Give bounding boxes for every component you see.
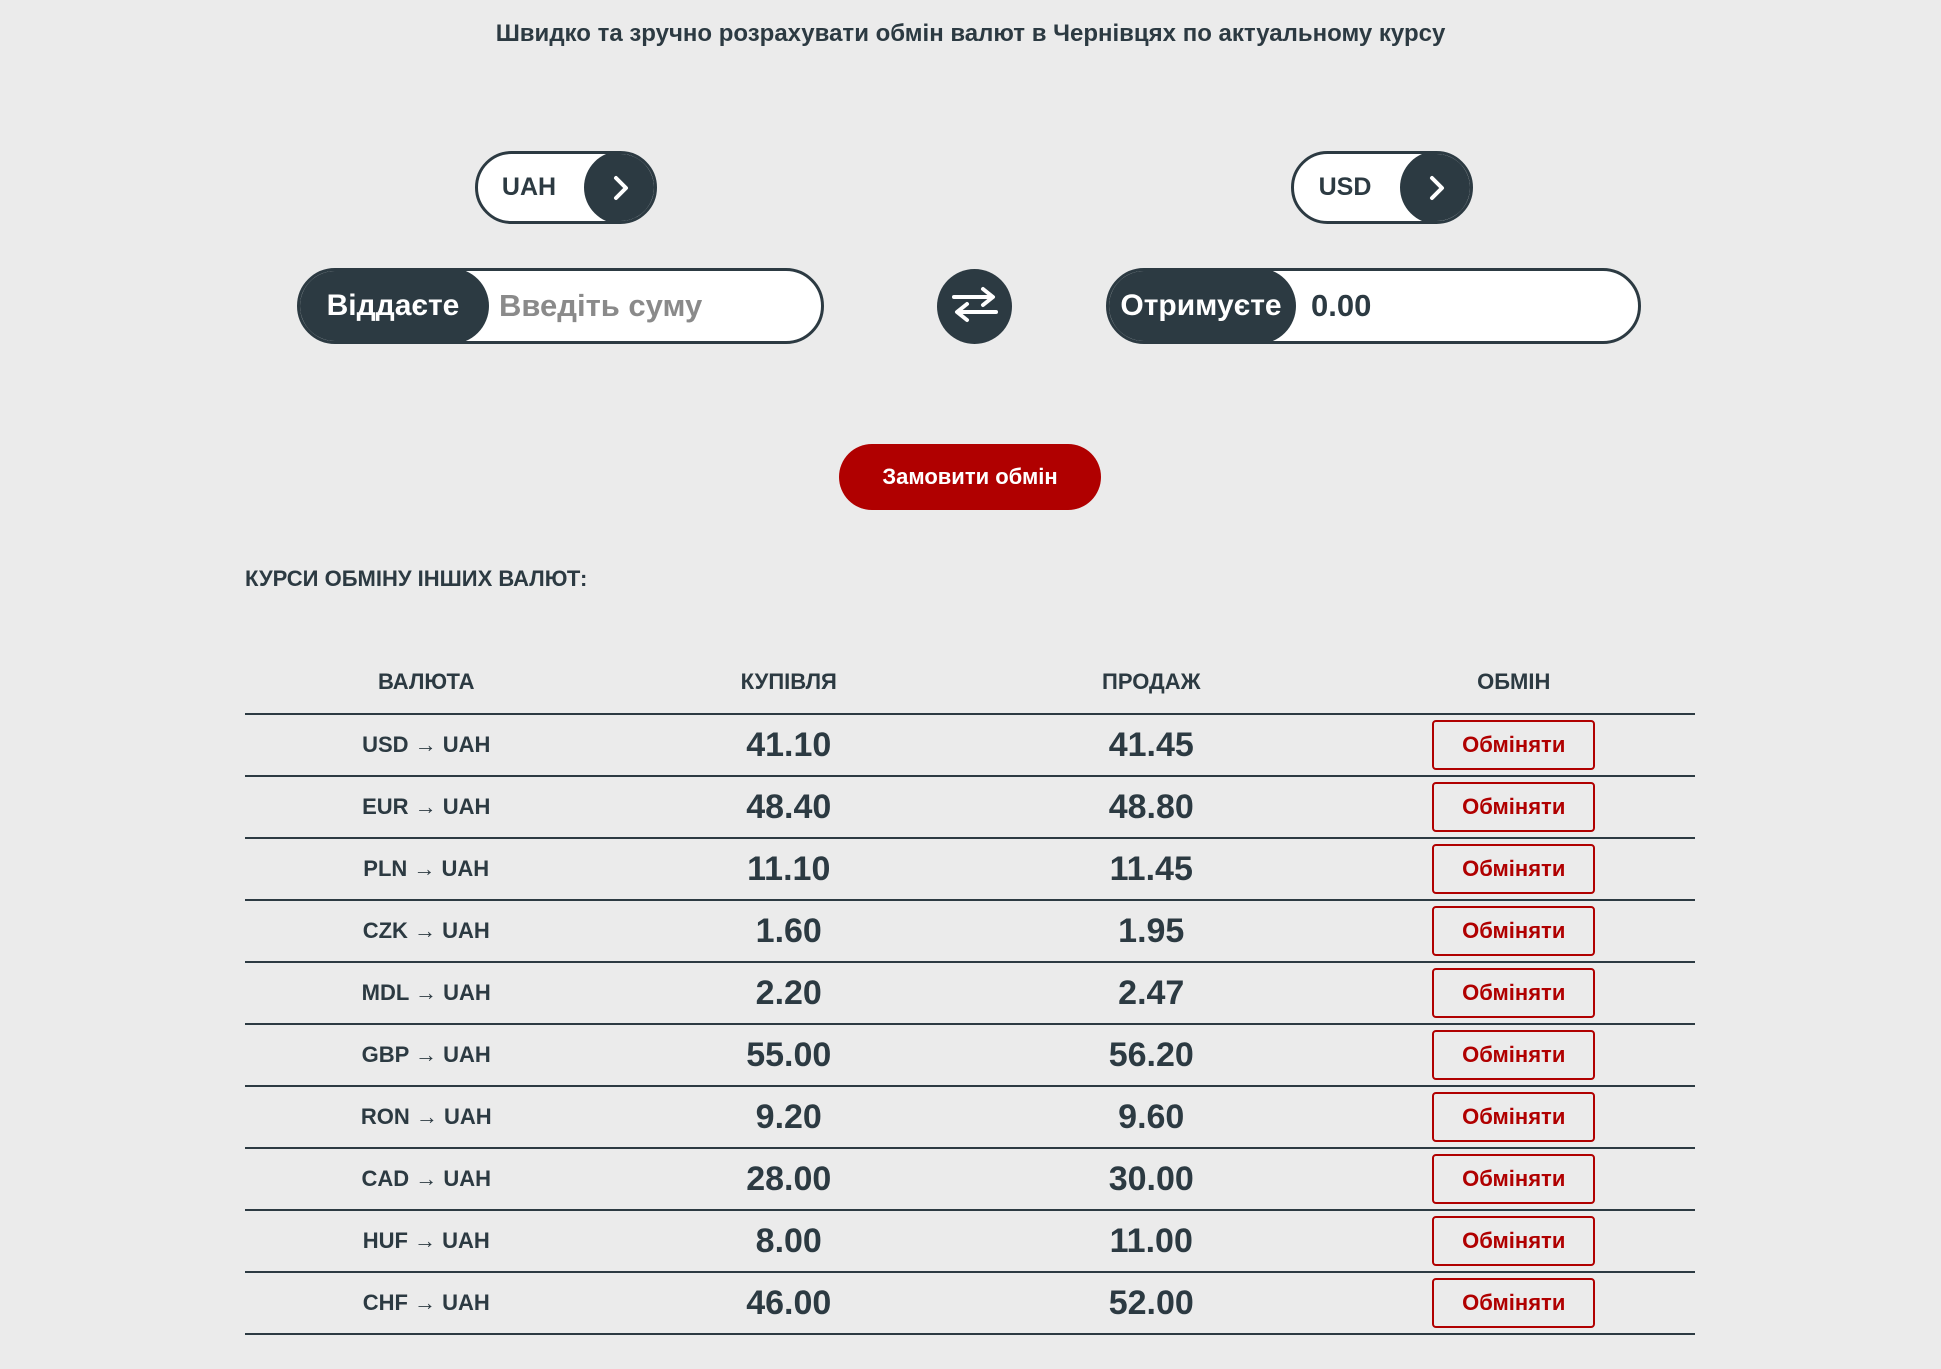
sell-rate: 11.45 (1109, 849, 1193, 888)
sell-rate: 11.00 (1109, 1221, 1193, 1260)
swap-arrows-icon (950, 285, 1000, 328)
from-currency-select[interactable]: UAH (475, 151, 657, 224)
table-row: EUR → UAH 48.40 48.80 Обміняти (245, 777, 1695, 839)
rates-table-header: ВАЛЮТА КУПІВЛЯ ПРОДАЖ ОБМІН (245, 650, 1695, 715)
exchange-button[interactable]: Обміняти (1432, 720, 1596, 770)
exchange-button[interactable]: Обміняти (1432, 1030, 1596, 1080)
exchange-button[interactable]: Обміняти (1432, 1092, 1596, 1142)
table-row: USD → UAH 41.10 41.45 Обміняти (245, 715, 1695, 777)
sell-rate: 9.60 (1118, 1097, 1185, 1136)
sell-rate: 30.00 (1108, 1159, 1194, 1198)
rates-table-body: USD → UAH 41.10 41.45 Обміняти EUR → UAH 48.4… (245, 715, 1695, 1335)
table-row: GBP → UAH 55.00 56.20 Обміняти (245, 1025, 1695, 1087)
exchange-button[interactable]: Обміняти (1432, 782, 1596, 832)
exchange-cell: Обміняти (1333, 1278, 1696, 1328)
exchange-cell: Обміняти (1333, 968, 1696, 1018)
exchange-button[interactable]: Обміняти (1432, 968, 1596, 1018)
buy-rate: 48.40 (746, 787, 832, 826)
currency-pair: MDL → UAH (361, 980, 491, 1005)
buy-rate: 41.10 (746, 725, 832, 764)
buy-rate: 1.60 (755, 911, 822, 950)
sell-rate: 56.20 (1108, 1035, 1194, 1074)
column-header-currency: ВАЛЮТА (378, 668, 475, 694)
exchange-button[interactable]: Обміняти (1432, 1154, 1596, 1204)
exchange-cell: Обміняти (1333, 1216, 1696, 1266)
exchange-button[interactable]: Обміняти (1432, 906, 1596, 956)
currency-pair: HUF → UAH (362, 1228, 490, 1253)
order-exchange-button[interactable]: Замовити обмін (839, 444, 1101, 510)
currency-pair: EUR → UAH (362, 794, 491, 819)
receive-amount-field[interactable]: Отримуєте 0.00 (1106, 268, 1641, 344)
chevron-right-icon[interactable] (1400, 154, 1470, 221)
sell-rate: 2.47 (1118, 973, 1185, 1012)
give-label: Віддаєте (300, 271, 489, 341)
currency-pair: CHF → UAH (362, 1290, 490, 1315)
buy-rate: 55.00 (746, 1035, 832, 1074)
currency-pair: CAD → UAH (361, 1166, 492, 1191)
buy-rate: 9.20 (755, 1097, 822, 1136)
sell-rate: 1.95 (1118, 911, 1185, 950)
currency-pair: PLN → UAH (363, 856, 490, 881)
chevron-right-icon[interactable] (584, 154, 654, 221)
currency-pair: RON → UAH (360, 1104, 492, 1129)
sell-rate: 48.80 (1108, 787, 1194, 826)
sell-rate: 52.00 (1108, 1283, 1194, 1322)
rates-table: ВАЛЮТА КУПІВЛЯ ПРОДАЖ ОБМІН USD → UAH 41.… (245, 650, 1695, 1335)
table-row: PLN → UAH 11.10 11.45 Обміняти (245, 839, 1695, 901)
table-row: CAD → UAH 28.00 30.00 Обміняти (245, 1149, 1695, 1211)
give-amount-field[interactable]: Віддаєте (297, 268, 824, 344)
exchange-cell: Обміняти (1333, 1030, 1696, 1080)
swap-button[interactable] (937, 269, 1012, 344)
exchange-cell: Обміняти (1333, 906, 1696, 956)
exchange-cell: Обміняти (1333, 1092, 1696, 1142)
buy-rate: 28.00 (746, 1159, 832, 1198)
currency-pair: USD → UAH (362, 732, 491, 757)
receive-label: Отримуєте (1109, 271, 1296, 341)
table-row: CZK → UAH 1.60 1.95 Обміняти (245, 901, 1695, 963)
rates-section-title: КУРСИ ОБМІНУ ІНШИХ ВАЛЮТ: (245, 566, 588, 591)
buy-rate: 8.00 (755, 1221, 822, 1260)
exchange-button[interactable]: Обміняти (1432, 1278, 1596, 1328)
exchange-cell: Обміняти (1333, 844, 1696, 894)
buy-rate: 11.10 (747, 849, 831, 888)
table-row: HUF → UAH 8.00 11.00 Обміняти (245, 1211, 1695, 1273)
currency-pair: GBP → UAH (361, 1042, 491, 1067)
table-row: MDL → UAH 2.20 2.47 Обміняти (245, 963, 1695, 1025)
column-header-exchange: ОБМІН (1477, 668, 1551, 694)
give-amount-input[interactable] (489, 287, 821, 325)
buy-rate: 2.20 (755, 973, 822, 1012)
exchange-button[interactable]: Обміняти (1432, 1216, 1596, 1266)
receive-amount-value: 0.00 (1311, 288, 1372, 323)
buy-rate: 46.00 (746, 1283, 832, 1322)
column-header-buy: КУПІВЛЯ (740, 668, 837, 694)
table-row: RON → UAH 9.20 9.60 Обміняти (245, 1087, 1695, 1149)
to-currency-select[interactable]: USD (1291, 151, 1473, 224)
page-headline: Швидко та зручно розрахувати обмін валют… (495, 20, 1446, 47)
exchange-cell: Обміняти (1333, 1154, 1696, 1204)
column-header-sell: ПРОДАЖ (1102, 668, 1201, 694)
exchange-button[interactable]: Обміняти (1432, 844, 1596, 894)
exchange-cell: Обміняти (1333, 782, 1696, 832)
exchange-cell: Обміняти (1333, 720, 1696, 770)
sell-rate: 41.45 (1108, 725, 1194, 764)
to-currency-code: USD (1318, 173, 1372, 201)
table-row: CHF → UAH 46.00 52.00 Обміняти (245, 1273, 1695, 1335)
from-currency-code: UAH (501, 173, 557, 201)
currency-pair: CZK → UAH (362, 918, 490, 943)
